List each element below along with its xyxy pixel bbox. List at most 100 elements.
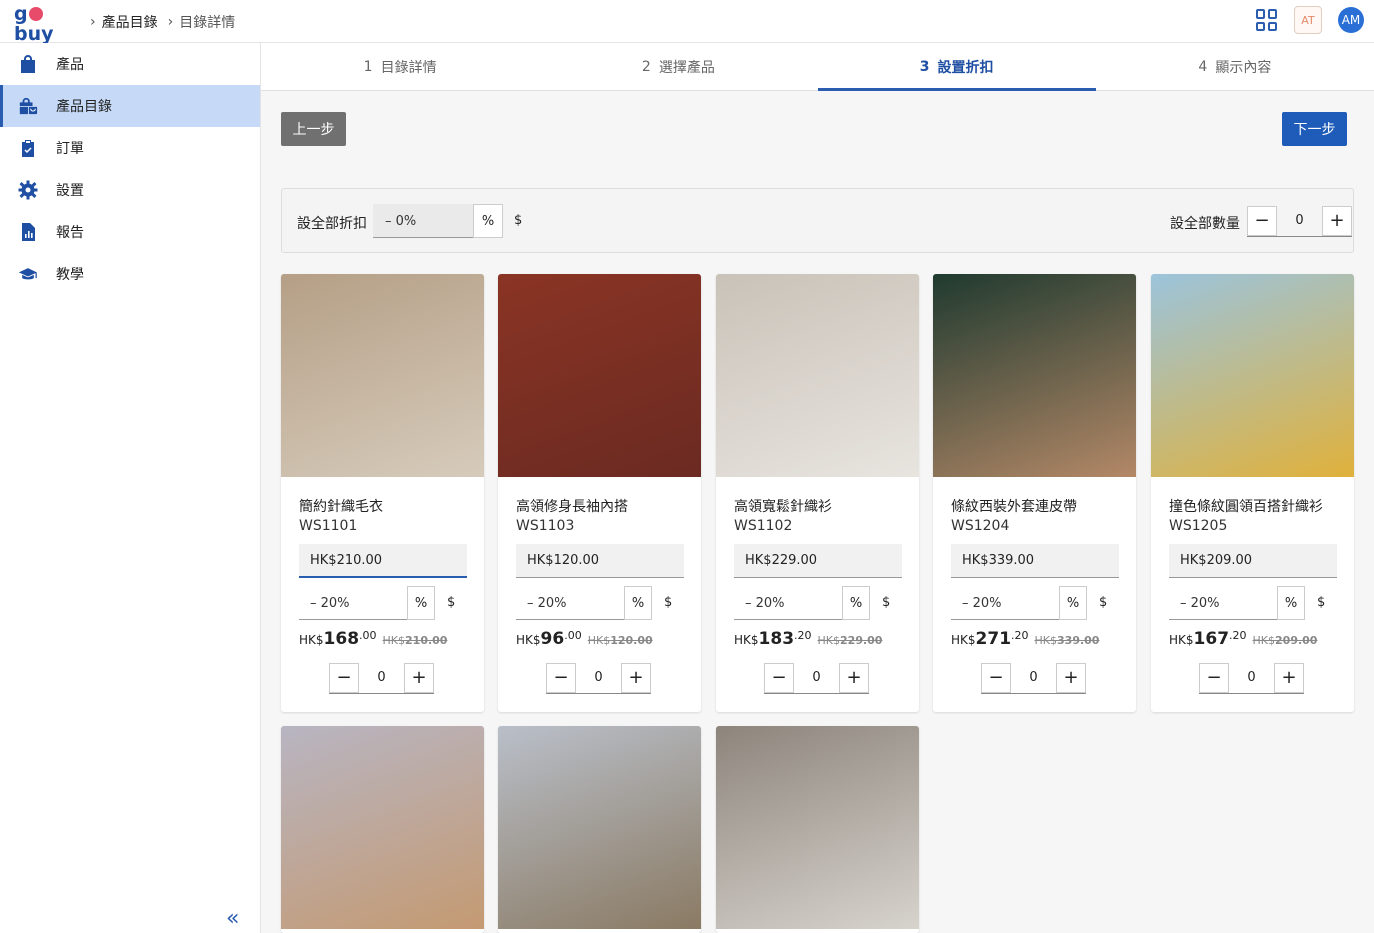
quantity-value[interactable]: 0 — [576, 670, 621, 685]
product-name: 高領寬鬆針織衫 — [734, 499, 832, 515]
quantity-value[interactable]: 0 — [1229, 670, 1274, 685]
product-sku: WS1205 — [1169, 518, 1228, 534]
product-original-price: HK$210.00 — [382, 634, 448, 647]
quantity-value[interactable]: 0 — [794, 670, 839, 685]
product-image — [933, 274, 1136, 477]
product-percent-toggle[interactable]: % — [1277, 586, 1305, 620]
sidebar-item-orders[interactable]: 訂單 — [0, 127, 260, 169]
quantity-value[interactable]: 0 — [1011, 670, 1056, 685]
product-card: 條紋西裝外套連皮帶 WS1204 HK$339.00 – 20%% $ HK$271.20… — [933, 274, 1136, 712]
product-discount-input[interactable]: – 20% — [299, 586, 407, 620]
tab-display-content[interactable]: 4 顯示內容 — [1096, 43, 1374, 90]
quantity-value[interactable]: 0 — [359, 670, 404, 685]
product-image — [498, 274, 701, 477]
clipboard-icon — [18, 138, 38, 158]
product-original-price: HK$229.00 — [817, 634, 883, 647]
product-original-price: HK$120.00 — [587, 634, 653, 647]
product-sku: WS1101 — [299, 518, 358, 534]
product-dollar-toggle[interactable]: $ — [1099, 595, 1107, 610]
chevron-right-icon: › — [90, 14, 96, 30]
quantity-plus-button[interactable]: + — [404, 662, 434, 693]
product-percent-toggle[interactable]: % — [407, 586, 435, 620]
step-tabs: 1 目錄詳情 2 選擇產品 3 設置折扣 4 顯示內容 — [261, 43, 1374, 91]
quantity-plus-button[interactable]: + — [1056, 662, 1086, 693]
bulk-quantity-value[interactable]: 0 — [1277, 213, 1322, 228]
sidebar-item-settings[interactable]: 設置 — [0, 169, 260, 211]
product-discount-input[interactable]: – 20% — [1169, 586, 1277, 620]
quantity-plus-button[interactable]: + — [1274, 662, 1304, 693]
product-percent-toggle[interactable]: % — [1059, 586, 1087, 620]
product-sku: WS1103 — [516, 518, 575, 534]
product-card — [498, 726, 701, 933]
product-image — [716, 726, 919, 929]
logo-heart-icon — [28, 7, 43, 21]
tab-catalog-detail[interactable]: 1 目錄詳情 — [261, 43, 539, 90]
product-quantity-stepper: −0 + — [329, 662, 434, 694]
bulk-dollar-toggle[interactable]: $ — [514, 213, 522, 228]
bulk-quantity-minus-button[interactable]: − — [1247, 205, 1277, 236]
sidebar-item-products[interactable]: 產品 — [0, 43, 260, 85]
product-price-input[interactable]: HK$120.00 — [516, 544, 684, 578]
quantity-minus-button[interactable]: − — [546, 662, 576, 693]
quantity-minus-button[interactable]: − — [329, 662, 359, 693]
quantity-minus-button[interactable]: − — [981, 662, 1011, 693]
product-card: 高領寬鬆針織衫 WS1102 HK$229.00 – 20%% $ HK$183.20 HK… — [716, 274, 919, 712]
product-name: 撞色條紋圓領百搭針織衫 — [1169, 499, 1323, 515]
product-card: 高領修身長袖內搭 WS1103 HK$120.00 – 20%% $ HK$96.00 HK… — [498, 274, 701, 712]
product-price-input[interactable]: HK$229.00 — [734, 544, 902, 578]
quantity-plus-button[interactable]: + — [839, 662, 869, 693]
bulk-discount-input[interactable]: – 0% — [373, 204, 473, 238]
bulk-quantity-plus-button[interactable]: + — [1322, 205, 1352, 236]
breadcrumb-catalog[interactable]: 產品目錄 — [102, 12, 158, 32]
accessibility-tool-button[interactable]: AT — [1294, 6, 1322, 34]
gobuyclick-logo[interactable]: gbuy click — [14, 4, 78, 57]
product-discount-input[interactable]: – 20% — [951, 586, 1059, 620]
sidebar-item-catalog[interactable]: 產品目錄 — [0, 85, 260, 127]
product-sku: WS1102 — [734, 518, 793, 534]
product-dollar-toggle[interactable]: $ — [882, 595, 890, 610]
product-price-input[interactable]: HK$209.00 — [1169, 544, 1337, 578]
top-header: gbuy click › 產品目錄 › 目錄詳情 AT AM — [0, 0, 1374, 57]
product-discount-input[interactable]: – 20% — [516, 586, 624, 620]
product-dollar-toggle[interactable]: $ — [664, 595, 672, 610]
sidebar: 產品 產品目錄 訂單 設置 報告 教學 « — [0, 43, 261, 933]
user-avatar[interactable]: AM — [1338, 7, 1364, 33]
next-step-button[interactable]: 下一步 — [1282, 112, 1347, 146]
product-price-input[interactable]: HK$339.00 — [951, 544, 1119, 578]
collapse-sidebar-icon[interactable]: « — [226, 906, 239, 931]
gear-icon — [18, 180, 38, 200]
shopping-bag-icon — [18, 54, 38, 74]
graduation-cap-icon — [18, 264, 38, 284]
quantity-minus-button[interactable]: − — [764, 662, 794, 693]
product-image — [281, 726, 484, 929]
product-final-price: HK$167.20 HK$209.00 — [1169, 629, 1318, 649]
product-price-input[interactable]: HK$210.00 — [299, 544, 467, 578]
prev-step-button[interactable]: 上一步 — [281, 112, 346, 146]
product-sku: WS1204 — [951, 518, 1010, 534]
product-quantity-stepper: −0 + — [546, 662, 651, 694]
tab-set-discount[interactable]: 3 設置折扣 — [817, 43, 1097, 91]
product-original-price: HK$209.00 — [1252, 634, 1318, 647]
tab-select-products[interactable]: 2 選擇產品 — [539, 43, 817, 90]
sidebar-item-tutorial[interactable]: 教學 — [0, 253, 260, 295]
report-icon — [18, 222, 38, 242]
breadcrumb: › 產品目錄 › 目錄詳情 — [90, 12, 235, 32]
quantity-plus-button[interactable]: + — [621, 662, 651, 693]
product-quantity-stepper: −0 + — [1199, 662, 1304, 694]
product-discount-input[interactable]: – 20% — [734, 586, 842, 620]
product-dollar-toggle[interactable]: $ — [1317, 595, 1325, 610]
quantity-minus-button[interactable]: − — [1199, 662, 1229, 693]
bulk-percent-toggle[interactable]: % — [473, 204, 503, 238]
bulk-quantity-label: 設全部數量 — [1170, 216, 1240, 232]
product-image — [716, 274, 919, 477]
product-dollar-toggle[interactable]: $ — [447, 595, 455, 610]
product-name: 簡約針織毛衣 — [299, 499, 383, 515]
product-card: 撞色條紋圓領百搭針織衫 WS1205 HK$209.00 – 20%% $ HK$167.… — [1151, 274, 1354, 712]
product-final-price: HK$183.20 HK$229.00 — [734, 629, 883, 649]
product-percent-toggle[interactable]: % — [624, 586, 652, 620]
product-card — [281, 726, 484, 933]
product-name: 高領修身長袖內搭 — [516, 499, 628, 515]
sidebar-item-reports[interactable]: 報告 — [0, 211, 260, 253]
apps-grid-icon[interactable] — [1256, 9, 1278, 31]
product-percent-toggle[interactable]: % — [842, 586, 870, 620]
